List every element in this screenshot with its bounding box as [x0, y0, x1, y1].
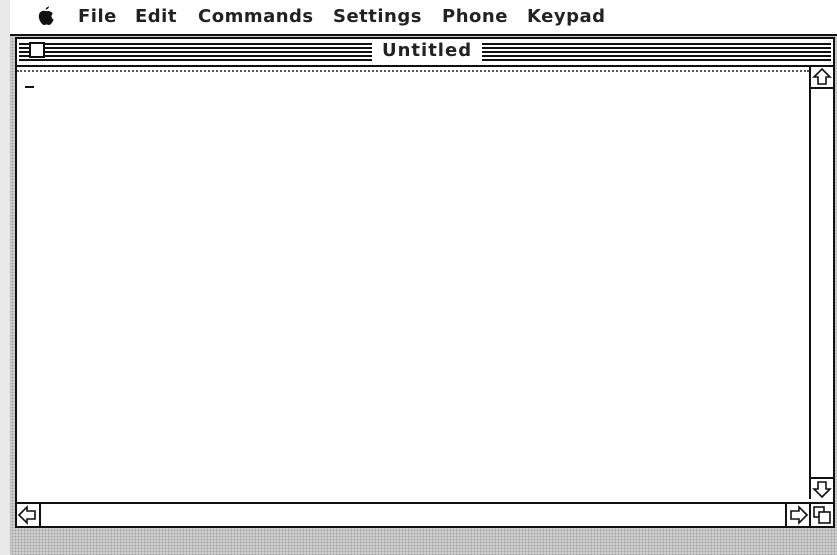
- text-cursor: [25, 86, 34, 88]
- menu-commands[interactable]: Commands: [198, 6, 314, 27]
- menu-bar: File Edit Commands Settings Phone Keypad: [10, 0, 837, 36]
- scroll-right-arrow-icon[interactable]: [785, 504, 809, 526]
- window-title: Untitled: [382, 40, 473, 61]
- scroll-down-arrow-icon[interactable]: [811, 477, 833, 499]
- vertical-scrollbar[interactable]: [809, 67, 833, 499]
- grow-box-icon[interactable]: [809, 502, 833, 526]
- title-bar[interactable]: Untitled: [17, 39, 833, 67]
- close-box-icon[interactable]: [29, 42, 45, 58]
- document-window: Untitled: [15, 37, 835, 528]
- menu-keypad[interactable]: Keypad: [527, 6, 606, 27]
- horizontal-scrollbar[interactable]: [17, 502, 809, 526]
- menu-edit[interactable]: Edit: [135, 6, 177, 27]
- menu-file[interactable]: File: [78, 6, 117, 27]
- window-title-box: Untitled: [372, 40, 483, 62]
- scroll-up-arrow-icon[interactable]: [811, 67, 833, 89]
- menu-settings[interactable]: Settings: [333, 6, 422, 27]
- menu-phone[interactable]: Phone: [442, 6, 508, 27]
- scroll-left-arrow-icon[interactable]: [17, 504, 41, 526]
- screen-edge: [0, 0, 11, 555]
- dotted-divider: [17, 70, 809, 72]
- terminal-content-area[interactable]: [17, 67, 809, 501]
- apple-icon[interactable]: [38, 6, 54, 26]
